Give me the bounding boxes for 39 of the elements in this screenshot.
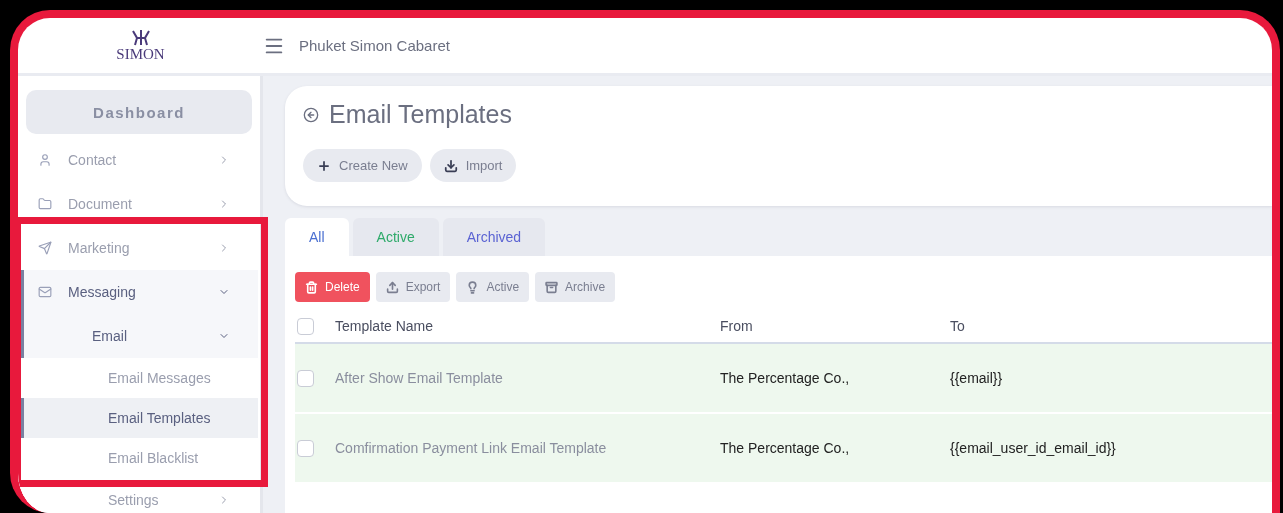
column-header: Template Name xyxy=(335,318,435,334)
trash-icon xyxy=(305,280,318,294)
filter-tab[interactable]: All xyxy=(285,218,349,256)
table-cell-text: After Show Email Template xyxy=(335,370,504,386)
table-cell-text: {{email_user_id_email_id}} xyxy=(950,440,1117,456)
sidebar-item[interactable]: Messaging xyxy=(21,270,258,314)
checkbox[interactable] xyxy=(297,439,314,457)
sidebar-item[interactable]: Email Templates xyxy=(21,398,258,438)
action-button[interactable]: Delete xyxy=(295,272,370,302)
toolbar-button[interactable]: Create New xyxy=(303,149,422,182)
lightbulb-icon xyxy=(466,280,480,294)
app-title: Phuket Simon Cabaret xyxy=(299,37,450,54)
action-button[interactable]: Archive xyxy=(535,272,616,302)
table-cell-text: The Percentage Co., xyxy=(720,370,851,386)
sidebar-item[interactable]: Email xyxy=(21,314,258,358)
page-title: Email Templates xyxy=(329,100,512,129)
back-icon[interactable] xyxy=(303,106,319,123)
filter-tab[interactable]: Active xyxy=(352,218,439,256)
toolbar-button[interactable]: Import xyxy=(429,149,517,182)
table-cell-text: {{email}} xyxy=(950,370,1004,386)
action-button[interactable]: Active xyxy=(456,272,530,302)
checkbox[interactable] xyxy=(297,369,314,387)
sidebar-item-icon xyxy=(38,197,52,211)
logo-text: SIMON xyxy=(116,47,165,62)
table-cell-text: The Percentage Co., xyxy=(720,440,851,456)
archive-icon xyxy=(545,280,559,294)
sidebar-item-icon xyxy=(38,153,52,167)
dashboard-button[interactable]: Dashboard xyxy=(26,90,252,134)
checkbox[interactable] xyxy=(297,317,314,335)
sidebar-item-icon xyxy=(38,241,52,255)
column-header: From xyxy=(720,318,754,334)
download-icon xyxy=(443,158,458,173)
filter-tab[interactable]: Archived xyxy=(442,218,546,256)
upload-icon xyxy=(385,280,399,294)
plus-icon xyxy=(317,158,331,173)
table-cell-text: Comfirmation Payment Link Email Template xyxy=(335,440,608,456)
column-header: To xyxy=(950,318,966,334)
action-button[interactable]: Export xyxy=(375,272,451,302)
sidebar-item-icon xyxy=(38,285,52,299)
